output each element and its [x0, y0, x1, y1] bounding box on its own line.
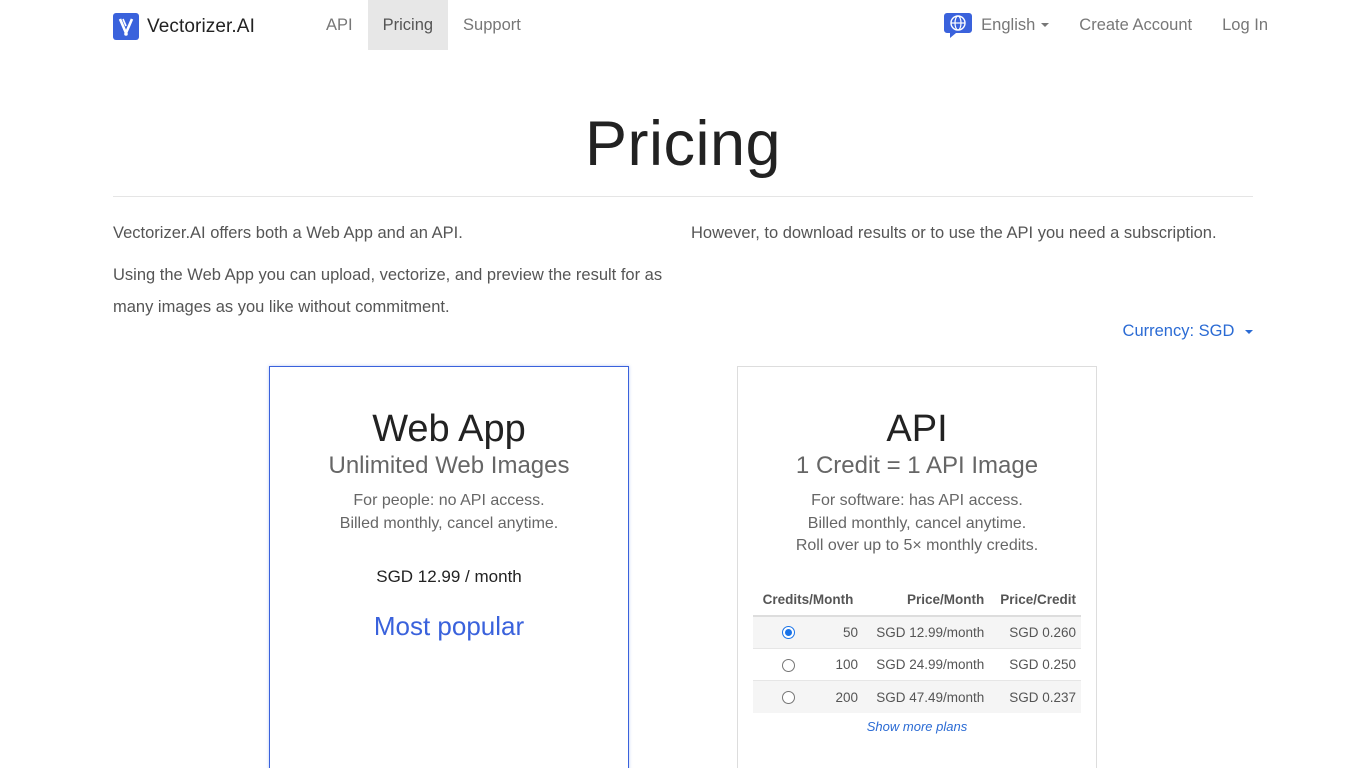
api-note-billing: Billed monthly, cancel anytime. [807, 514, 1027, 532]
globe-chat-icon [943, 11, 973, 39]
api-plan-card: API 1 Credit = 1 API Image For software:… [737, 366, 1097, 768]
price-credit-cell: SGD 0.250 [989, 647, 1081, 681]
api-title: API [886, 408, 948, 450]
plan-select-cell[interactable] [753, 615, 823, 648]
language-label: English [981, 15, 1036, 34]
currency-dropdown[interactable]: Currency: SGD [1123, 322, 1253, 341]
nav-link-support[interactable]: Support [448, 0, 536, 50]
credits-cell: 50 [823, 615, 863, 648]
web-app-plan-card: Web App Unlimited Web Images For people:… [269, 366, 629, 768]
intro-paragraph-3: However, to download results or to use t… [691, 224, 1217, 242]
api-subtitle: 1 Credit = 1 API Image [795, 452, 1039, 479]
create-account-link[interactable]: Create Account [1064, 0, 1207, 50]
intro-paragraph-2: Using the Web App you can upload, vector… [113, 266, 663, 316]
credits-cell: 100 [823, 647, 863, 681]
web-app-price: SGD 12.99 / month [376, 567, 522, 586]
credits-cell: 200 [823, 680, 863, 713]
table-header-row: Credits/Month Price/Month Price/Credit [753, 583, 1081, 617]
plan-select-cell[interactable] [753, 647, 823, 681]
price-credit-cell: SGD 0.237 [989, 680, 1081, 713]
intro-right-column: However, to download results or to use t… [691, 217, 1251, 249]
web-app-note-billing: Billed monthly, cancel anytime. [339, 514, 559, 532]
nav-link-pricing[interactable]: Pricing [367, 0, 449, 50]
intro-paragraph-1: Vectorizer.AI offers both a Web App and … [113, 224, 463, 242]
plan-radio-50[interactable] [781, 626, 795, 640]
web-app-subtitle: Unlimited Web Images [328, 452, 570, 479]
intro-left-column: Vectorizer.AI offers both a Web App and … [113, 217, 683, 323]
secondary-nav: English Create Account Log In [928, 0, 1268, 50]
show-more-plans-link[interactable]: Show more plans [738, 719, 1096, 734]
plan-radio-200[interactable] [781, 691, 795, 705]
column-header-price-credit: Price/Credit [989, 583, 1081, 617]
column-header-credits: Credits/Month [753, 583, 863, 617]
plan-select-cell[interactable] [753, 680, 823, 713]
language-dropdown[interactable]: English [928, 0, 1064, 50]
vectorizer-logo-icon [113, 13, 139, 40]
most-popular-badge: Most popular [373, 611, 525, 641]
column-header-price-month: Price/Month [863, 583, 990, 617]
price-month-cell: SGD 12.99/month [863, 615, 990, 648]
table-row[interactable]: 50 SGD 12.99/month SGD 0.260 [753, 615, 1081, 648]
price-month-cell: SGD 24.99/month [863, 647, 990, 681]
api-plans-table: Credits/Month Price/Month Price/Credit 5… [753, 583, 1081, 713]
api-note-rollover: Roll over up to 5× monthly credits. [795, 537, 1039, 554]
plan-radio-100[interactable] [781, 658, 795, 672]
table-row[interactable]: 200 SGD 47.49/month SGD 0.237 [753, 680, 1081, 713]
log-in-link[interactable]: Log In [1207, 0, 1268, 50]
brand-home-link[interactable]: Vectorizer.AI [113, 13, 255, 40]
price-month-cell: SGD 47.49/month [863, 680, 990, 713]
web-app-title: Web App [372, 408, 526, 450]
page-title: Pricing [584, 109, 782, 179]
table-row[interactable]: 100 SGD 24.99/month SGD 0.250 [753, 647, 1081, 681]
caret-down-icon [1041, 23, 1050, 27]
api-note-access: For software: has API access. [811, 492, 1023, 509]
nav-link-api[interactable]: API [311, 0, 368, 50]
currency-label: Currency: SGD [1122, 322, 1235, 340]
title-divider [113, 196, 1253, 197]
top-navbar: Vectorizer.AI API Pricing Support Englis… [0, 0, 1366, 50]
brand-name: Vectorizer.AI [147, 15, 255, 37]
web-app-note-access: For people: no API access. [353, 492, 545, 509]
caret-down-icon [1245, 329, 1253, 334]
price-credit-cell: SGD 0.260 [989, 615, 1081, 648]
primary-nav: API Pricing Support [311, 0, 536, 50]
